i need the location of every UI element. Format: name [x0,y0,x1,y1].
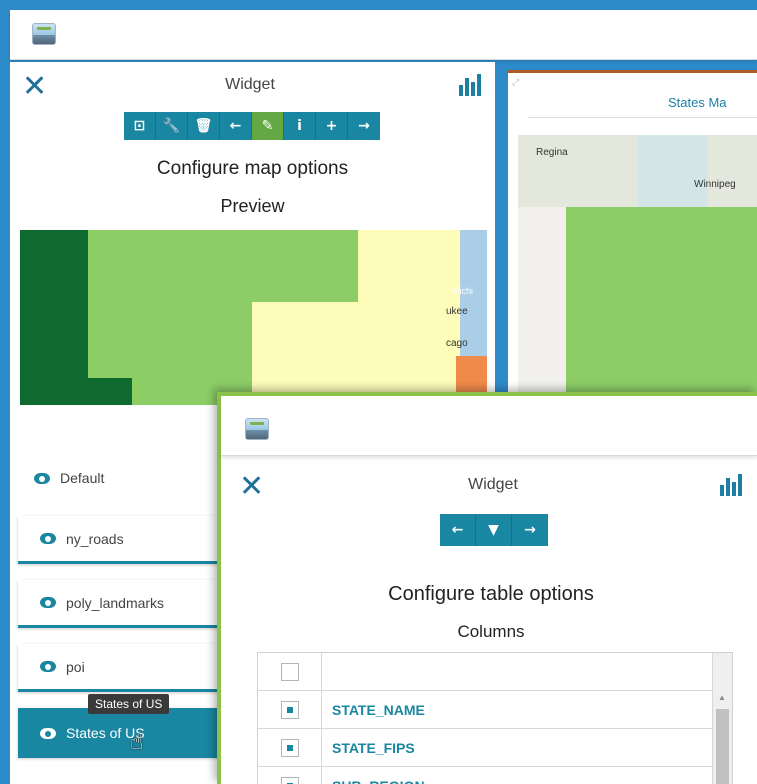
column-name: STATE_FIPS [332,739,415,756]
arrow-right-icon[interactable]: → [512,514,548,546]
column-checkbox[interactable] [280,662,299,681]
app-header [10,10,757,60]
hand-cursor-icon: ☝ [130,730,144,755]
map-widget-title: States Ma [668,95,727,110]
table-options-heading: Configure table options [388,583,594,605]
info-icon[interactable]: i [284,112,316,140]
zoom-extent-icon[interactable]: ⊡ [124,112,156,140]
columns-heading: Columns [457,622,525,641]
map-label: ukee [446,306,468,317]
column-name: STATE_NAME [332,701,425,718]
pin-icon[interactable]: ✎ [252,112,284,140]
layer-label: Default [60,470,105,486]
table-row[interactable]: SUB_REGION [258,767,714,784]
preview-heading: Preview [220,196,285,216]
eye-icon[interactable] [34,472,50,484]
divider [528,117,757,118]
expand-icon[interactable]: ⤢ [512,77,519,88]
plus-icon[interactable]: + [316,112,348,140]
page-title: Configure map options [156,158,349,179]
table-toolbar: ← ▼ → [440,514,548,546]
table-row[interactable] [258,653,714,691]
widget-header [221,396,757,456]
layer-label: poi [66,658,85,675]
layer-label: poly_landmarks [66,594,165,611]
trash-icon[interactable]: 🗑 [188,112,220,140]
table-row[interactable]: STATE_NAME [258,691,714,729]
columns-table: STATE_NAME STATE_FIPS SUB_REGION ▲ [257,652,733,784]
filter-icon[interactable]: ▼ [476,514,512,546]
checkbox-cell [258,691,322,728]
map-label: Winnipeg [694,179,736,190]
table-scrollbar[interactable]: ▲ [712,653,732,784]
table-row[interactable]: STATE_FIPS [258,729,714,767]
arrow-left-icon[interactable]: ← [440,514,476,546]
close-icon[interactable]: ✕ [22,72,47,102]
layer-label: ny_roads [66,530,124,547]
eye-icon[interactable] [40,661,56,672]
preview-map[interactable]: Michi ukee cago [20,230,487,405]
table-widget-panel: ✕ Widget ← ▼ → Configure table options Col… [217,392,757,784]
app-logo[interactable] [32,23,56,45]
checkbox-cell [258,767,322,784]
arrow-right-icon[interactable]: → [348,112,380,140]
column-checkbox[interactable] [280,700,299,719]
scroll-thumb[interactable] [716,709,729,784]
app-logo[interactable] [245,418,269,440]
close-icon[interactable]: ✕ [239,472,264,502]
map-label: Regina [536,147,568,158]
wrench-icon[interactable]: 🔧 [156,112,188,140]
column-checkbox[interactable] [280,738,299,757]
column-name: SUB_REGION [322,778,425,784]
scroll-up-icon[interactable]: ▲ [718,693,726,702]
layer-tooltip: States of US [88,694,170,714]
column-checkbox[interactable] [280,776,299,784]
states-map[interactable]: Regina Winnipeg [518,135,757,403]
arrow-left-icon[interactable]: ← [220,112,252,140]
widget-title: Widget [468,476,518,493]
map-toolbar: ⊡ 🔧 🗑 ← ✎ i + → [124,112,380,140]
eye-icon[interactable] [40,727,56,739]
checkbox-cell [258,729,322,766]
eye-icon[interactable] [40,533,56,544]
widget-title: Widget [225,76,275,93]
map-label: Michi [452,286,474,296]
chart-bars-icon[interactable] [459,74,483,96]
states-map-panel: ⤢ States Ma Regina Winnipeg [508,70,757,403]
eye-icon[interactable] [40,597,56,608]
checkbox-cell [258,653,322,690]
chart-bars-icon[interactable] [720,474,744,496]
map-label: cago [446,338,468,349]
